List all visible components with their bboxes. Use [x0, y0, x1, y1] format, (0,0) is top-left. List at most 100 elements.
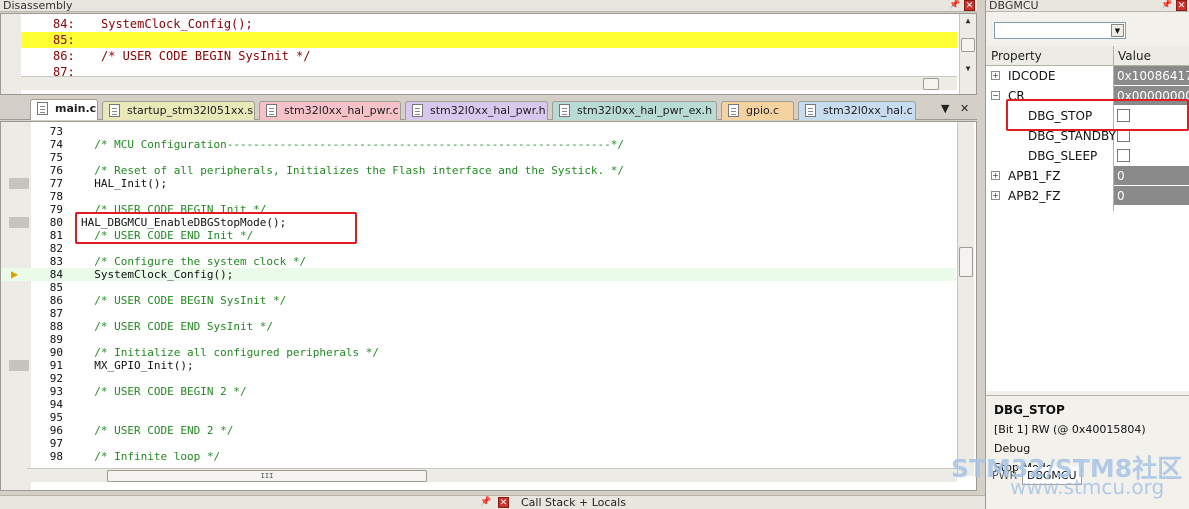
editor-hscrollbar[interactable]: III	[27, 468, 957, 482]
line-number: 87	[49, 307, 63, 320]
code-line[interactable]: 76 /* Reset of all peripherals, Initiali…	[1, 164, 956, 177]
code-line[interactable]: 98 /* Infinite loop */	[1, 450, 956, 463]
disassembly-line-number: 84:	[53, 17, 75, 31]
dbgmcu-title: DBGMCU	[989, 0, 1039, 12]
code-line[interactable]: 95	[1, 411, 956, 424]
code-line[interactable]: 93 /* USER CODE BEGIN 2 */	[1, 385, 956, 398]
code-line[interactable]: 94	[1, 398, 956, 411]
code-line[interactable]: 85	[1, 281, 956, 294]
callstack-title[interactable]: Call Stack + Locals	[521, 496, 626, 509]
code-line[interactable]: 96 /* USER CODE END 2 */	[1, 424, 956, 437]
peripheral-select[interactable]: ▼	[994, 22, 1126, 39]
disassembly-gutter	[1, 14, 21, 94]
code-line[interactable]: 88 /* USER CODE END SysInit */	[1, 320, 956, 333]
close-disassembly-button[interactable]: ✕	[964, 0, 975, 11]
disassembly-line[interactable]: 84: SystemClock_Config();	[21, 16, 957, 32]
code-line[interactable]: 89	[1, 333, 956, 346]
property-checkbox[interactable]	[1117, 149, 1130, 162]
code-line[interactable]: 83 /* Configure the system clock */	[1, 255, 956, 268]
close-callstack-button[interactable]: ✕	[498, 497, 509, 508]
code-comment: /* Infinite loop */	[81, 450, 221, 463]
code-line[interactable]: ▶ 84 SystemClock_Config();	[1, 268, 956, 281]
line-number: 77	[49, 177, 63, 190]
line-number: 76	[49, 164, 63, 177]
tab-stm32l0xx-hal-pwr-h[interactable]: stm32l0xx_hal_pwr.h	[405, 101, 548, 120]
code-comment: /* USER CODE BEGIN SysInit */	[81, 294, 287, 307]
scroll-up-arrow-icon[interactable]: ▲	[960, 14, 976, 28]
pin-icon[interactable]: 📌	[949, 0, 960, 10]
disassembly-hscrollbar[interactable]	[21, 76, 957, 90]
property-value[interactable]: 0	[1114, 166, 1189, 185]
code-line[interactable]: 90 /* Initialize all configured peripher…	[1, 346, 956, 359]
code-line[interactable]: 74 /* MCU Configuration-----------------…	[1, 138, 956, 151]
disassembly-line-code: SystemClock_Config();	[101, 17, 253, 31]
code-line[interactable]: 97	[1, 437, 956, 450]
pin-icon[interactable]: 📌	[1161, 0, 1172, 10]
property-row-dbg-sleep[interactable]: DBG_SLEEP	[986, 146, 1189, 166]
watermark-url: www.stmcu.org	[1010, 475, 1165, 499]
tab-stm32l0xx-hal-c[interactable]: stm32l0xx_hal.c	[798, 101, 916, 120]
code-statement: SystemClock_Config();	[81, 268, 234, 281]
scroll-down-arrow-icon[interactable]: ▼	[960, 62, 976, 76]
code-line[interactable]: 91 MX_GPIO_Init();	[1, 359, 956, 372]
code-line[interactable]: 78	[1, 190, 956, 203]
expand-icon[interactable]: +	[991, 171, 1000, 180]
disassembly-title: Disassembly	[3, 0, 73, 12]
line-number: 95	[49, 411, 63, 424]
hscroll-thumb[interactable]	[923, 78, 939, 90]
line-number: 93	[49, 385, 63, 398]
tab-stm32l0xx-hal-pwr-c[interactable]: stm32l0xx_hal_pwr.c	[259, 101, 401, 120]
property-name: APB2_FZ	[1008, 189, 1061, 203]
tab-main-c[interactable]: main.c	[30, 99, 98, 120]
code-comment: /* Initialize all configured peripherals…	[81, 346, 380, 359]
dbgmcu-panel: DBGMCU 📌 ✕ ▼ Property Value + IDCODE 0x100…	[985, 0, 1189, 509]
code-editor[interactable]: 73 74 /* MCU Configuration---------------…	[0, 121, 977, 491]
property-value[interactable]: 0x10086417	[1114, 66, 1189, 85]
code-line[interactable]: 75	[1, 151, 956, 164]
code-line[interactable]: 73	[1, 125, 956, 138]
editor-scroll-thumb[interactable]	[959, 247, 973, 277]
collapse-icon[interactable]: −	[991, 91, 1000, 100]
tab-stm32l0xx-hal-pwr-ex-h[interactable]: stm32l0xx_hal_pwr_ex.h	[552, 101, 717, 120]
disassembly-line[interactable]: 86: /* USER CODE BEGIN SysInit */	[21, 48, 957, 64]
ide-window: Disassembly 📌 ✕ 84: SystemClock_Config();…	[0, 0, 1189, 509]
disassembly-titlebar: Disassembly 📌 ✕	[0, 0, 977, 12]
pin-icon[interactable]: 📌	[480, 497, 491, 507]
disassembly-vscrollbar[interactable]: ▲ ▼	[959, 14, 976, 94]
expand-icon[interactable]: +	[991, 191, 1000, 200]
tab-label: stm32l0xx_hal_pwr.h	[430, 104, 546, 117]
tab-list-dropdown-icon[interactable]: ▼	[941, 102, 949, 115]
code-line[interactable]: 87	[1, 307, 956, 320]
expand-icon[interactable]: +	[991, 71, 1000, 80]
editor-hscroll-thumb[interactable]: III	[107, 470, 427, 482]
disassembly-line[interactable]: 85:	[21, 32, 957, 48]
description-title: DBG_STOP	[994, 403, 1065, 417]
close-dbgmcu-button[interactable]: ✕	[1176, 0, 1187, 11]
line-number: 94	[49, 398, 63, 411]
chevron-down-icon[interactable]: ▼	[1111, 24, 1124, 37]
scroll-thumb[interactable]	[961, 38, 975, 52]
code-statement: HAL_Init();	[81, 177, 168, 190]
code-line[interactable]: 86 /* USER CODE BEGIN SysInit */	[1, 294, 956, 307]
property-row-idcode[interactable]: + IDCODE 0x10086417	[986, 66, 1189, 86]
line-number: 82	[49, 242, 63, 255]
code-line[interactable]: 77 HAL_Init();	[1, 177, 956, 190]
property-row-apb2-fz[interactable]: + APB2_FZ 0	[986, 186, 1189, 206]
line-number: 92	[49, 372, 63, 385]
file-icon	[37, 102, 48, 115]
breakpoint-marker[interactable]	[9, 178, 29, 189]
disassembly-line-number: 86:	[53, 49, 75, 63]
tab-gpio-c[interactable]: gpio.c	[721, 101, 794, 120]
property-name: APB1_FZ	[1008, 169, 1061, 183]
breakpoint-marker[interactable]	[9, 217, 29, 228]
breakpoint-marker[interactable]	[9, 360, 29, 371]
close-tab-icon[interactable]: ✕	[960, 102, 969, 115]
property-row-apb1-fz[interactable]: + APB1_FZ 0	[986, 166, 1189, 186]
disassembly-view[interactable]: 84: SystemClock_Config(); 85: 86: /* USER CO…	[0, 13, 977, 95]
property-value[interactable]: 0	[1114, 186, 1189, 205]
file-icon	[559, 104, 570, 117]
line-number: 78	[49, 190, 63, 203]
code-line[interactable]: 92	[1, 372, 956, 385]
tab-startup-stm32l051xx-s[interactable]: startup_stm32l051xx.s	[102, 101, 255, 120]
editor-vscrollbar[interactable]	[957, 122, 974, 476]
